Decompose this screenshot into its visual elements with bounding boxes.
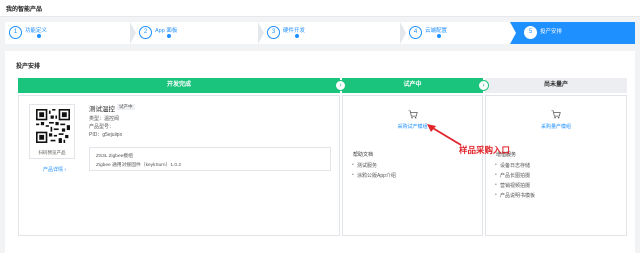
top-bar: 我的智能产品 [0,0,640,17]
help-doc-item[interactable]: 测试服务 [352,162,377,169]
firmware-name: Zigbee 通用对接固件（keykSurn）1.0.2 [96,163,182,168]
cart-icon[interactable] [408,110,418,119]
module-name: ZS3L Zigbee模组 [96,154,133,159]
phase-header-trial: 试产中 [342,78,483,93]
buy-mass-module-link[interactable]: 采购量产模组 [486,123,626,130]
step-number: 3 [267,26,280,39]
step-2[interactable]: 2 App 面板 [135,22,264,44]
qr-caption: 扫码预览产品 [38,150,66,155]
step-4[interactable]: 4 云端配置 [405,22,505,44]
section-title: 投产安排 [16,64,41,70]
product-model: 产品型号： [89,124,115,130]
chevron-right-icon: › [478,80,489,91]
page-title: 我的智能产品 [6,7,43,13]
step-5-active[interactable]: 5 投产安排 [510,22,635,44]
step-status-dot [295,34,299,38]
step-label: 功能定义 [25,28,48,34]
mass-production-card: 采购量产模组 增值服务 设备日志存储 产品长图拍摄 营销视频拍摄 产品说明书模板 [485,95,627,236]
phase-header-mass: 尚未量产 [485,78,627,93]
step-separator [510,22,516,44]
step-label: 投产安排 [540,29,563,35]
service-item[interactable]: 营销视频拍摄 [495,182,530,189]
firmware-info-box: ZS3L Zigbee模组 Zigbee 通用对接固件（keykSurn）1.0… [89,147,331,171]
product-name: 测试温控 [89,106,115,113]
step-number: 5 [524,26,537,39]
chevron-right-icon: › [335,80,346,91]
step-progress-bar: 1 功能定义 2 App 面板 3 硬件开发 4 云端配置 5 投产安排 [5,22,635,44]
step-1[interactable]: 1 功能定义 [5,22,136,44]
step-status-dot [37,34,41,38]
step-status-dot [437,34,441,38]
step-status-dot [167,34,171,38]
product-pid: PID：g5ejuiipx [89,132,123,138]
step-number: 4 [409,26,422,39]
help-docs-title: 帮助文档 [353,152,374,158]
product-type: 类型：温控阀 [89,116,120,122]
step-3[interactable]: 3 硬件开发 [263,22,406,44]
step-label: 硬件开发 [283,28,306,34]
help-doc-item[interactable]: 涂鸦公版App介绍 [352,172,396,179]
annotation-label: 样品采购入口 [459,145,511,155]
status-badge: 试产中 [117,104,135,110]
step-number: 2 [139,26,152,39]
phase-header-done: 开发完成 [18,78,340,93]
trial-production-card: 采购试产模组 帮助文档 测试服务 涂鸦公版App介绍 [342,95,483,236]
product-detail-link[interactable]: 产品详情 › [43,166,66,173]
service-item[interactable]: 设备日志存储 [495,162,530,169]
service-item[interactable]: 产品长图拍摄 [495,172,530,179]
step-label: App 面板 [155,28,178,34]
qr-code-icon [36,109,70,143]
product-info-card: 扫码预览产品 产品详情 › 测试温控 试产中 类型：温控阀 产品型号： PID：… [18,95,340,236]
qr-preview[interactable]: 扫码预览产品 [29,104,75,159]
cart-icon[interactable] [551,110,561,119]
step-number: 1 [9,26,22,39]
step-label: 云端配置 [425,28,448,34]
service-item[interactable]: 产品说明书模板 [495,192,535,199]
